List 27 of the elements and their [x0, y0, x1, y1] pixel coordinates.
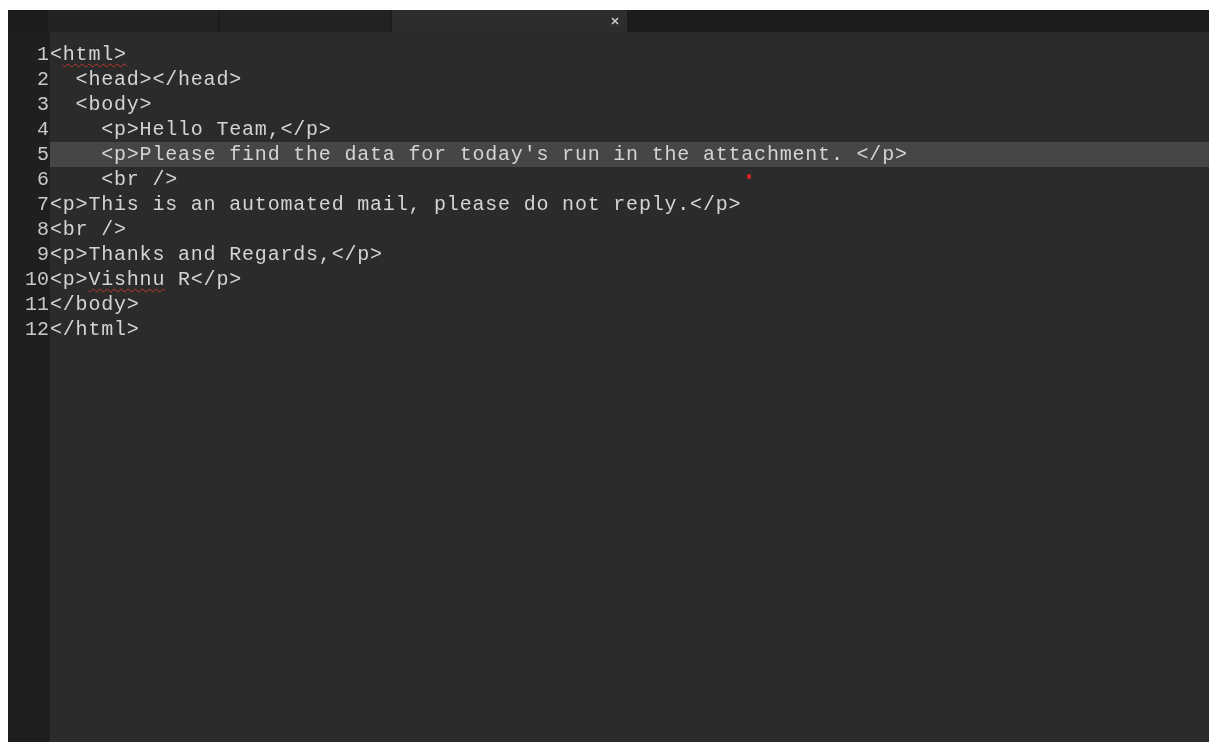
code-line: <p>Thanks and Regards,</p>	[50, 243, 383, 266]
line-number: 2	[36, 67, 50, 92]
line-number: 11	[24, 292, 50, 317]
code-line: </body>	[50, 293, 140, 316]
code-line: <p>Hello Team,</p>	[100, 118, 332, 141]
close-icon[interactable]	[611, 17, 619, 25]
code-line: <p>Vishnu R</p>	[50, 268, 243, 291]
line-number: 6	[36, 167, 50, 192]
line-number: 10	[24, 267, 50, 292]
line-number: 8	[36, 217, 50, 242]
line-number: 7	[36, 192, 50, 217]
line-number: 12	[24, 317, 50, 342]
code-line: <p>Please find the data for today's run in the attachment. </p>	[100, 143, 908, 166]
code-line: </html>	[50, 318, 140, 341]
code-line: <head></head>	[74, 68, 243, 91]
line-number: 9	[36, 242, 50, 267]
line-number: 1	[36, 42, 50, 67]
code-line: <br />	[100, 168, 179, 191]
code-line: <html>	[50, 43, 127, 66]
editor-tab[interactable]	[220, 10, 390, 32]
code-line: <br />	[50, 218, 127, 241]
editor-tab[interactable]	[48, 10, 218, 32]
line-number: 5	[36, 142, 50, 167]
line-number: 3	[36, 92, 50, 117]
code-line: <body>	[74, 93, 153, 116]
line-number: 4	[36, 117, 50, 142]
code-line: <p>This is an automated mail, please do not reply.</p>	[50, 193, 742, 216]
